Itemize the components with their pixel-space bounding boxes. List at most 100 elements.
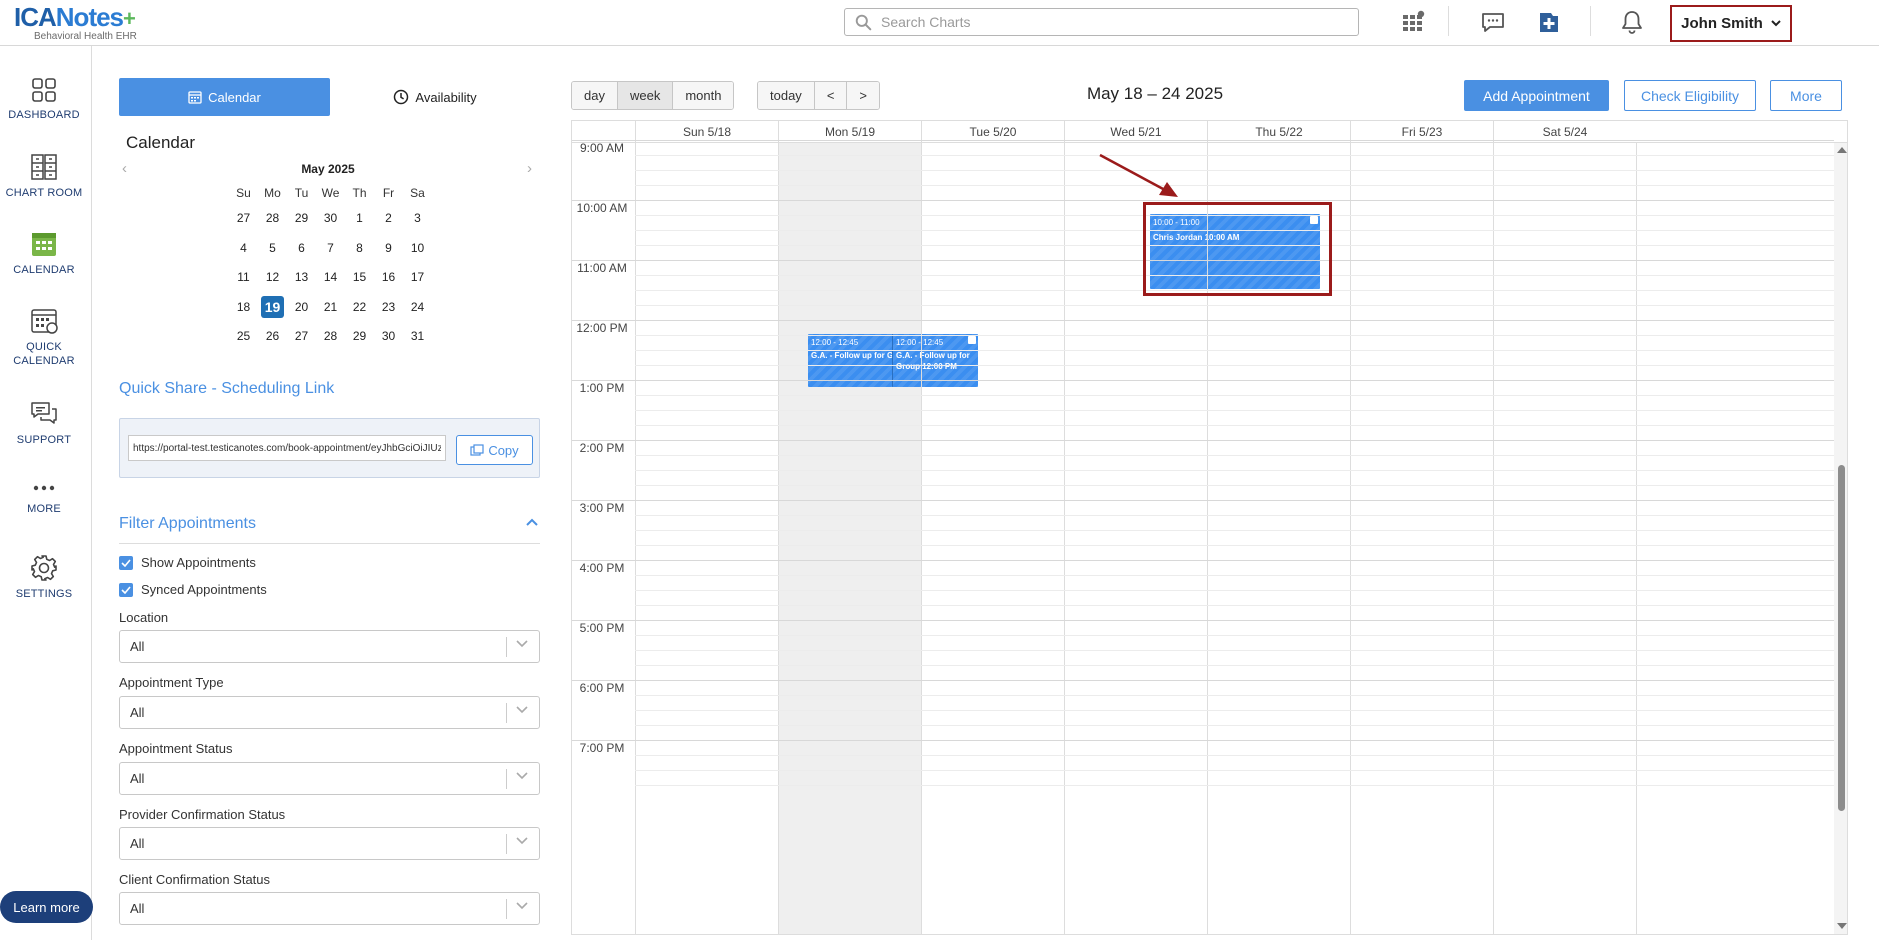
mini-calendar-day[interactable]: 13 — [287, 263, 316, 293]
mini-calendar-day[interactable]: 31 — [403, 322, 432, 352]
calendar-scrollbar[interactable] — [1834, 143, 1847, 934]
hour-line — [572, 440, 1834, 441]
mini-calendar-day[interactable]: 18 — [229, 293, 258, 323]
mini-calendar-day[interactable]: 28 — [258, 204, 287, 234]
chat-bubble-icon[interactable] — [1478, 7, 1508, 37]
search-input[interactable] — [881, 9, 1341, 35]
nav-label-calendar: CALENDAR — [13, 264, 75, 276]
mini-calendar-day[interactable]: 15 — [345, 263, 374, 293]
mini-calendar-day[interactable]: 2 — [374, 204, 403, 234]
mini-calendar-day[interactable]: 30 — [374, 322, 403, 352]
mini-calendar-day[interactable]: 9 — [374, 234, 403, 264]
mini-calendar-day[interactable]: 21 — [316, 293, 345, 323]
nav-calendar[interactable]: CALENDAR — [0, 229, 88, 277]
today-button[interactable]: today — [758, 82, 815, 109]
mini-calendar-next-button[interactable]: › — [527, 160, 532, 177]
mini-calendar-day[interactable]: 16 — [374, 263, 403, 293]
mini-calendar-day[interactable]: 11 — [229, 263, 258, 293]
search-charts-box[interactable] — [844, 8, 1359, 36]
copy-link-button[interactable]: Copy — [456, 435, 533, 465]
nav-support[interactable]: SUPPORT — [0, 399, 88, 447]
scroll-up-arrow[interactable] — [1837, 147, 1847, 153]
mini-calendar-day[interactable]: 3 — [403, 204, 432, 234]
calendar-small-icon — [188, 91, 202, 104]
bell-icon[interactable] — [1617, 7, 1647, 37]
mini-calendar-day[interactable]: 8 — [345, 234, 374, 264]
nav-more[interactable]: MORE — [0, 478, 88, 516]
checkbox-checked-icon — [119, 582, 133, 597]
learn-more-button[interactable]: Learn more — [0, 891, 93, 923]
tab-availability[interactable]: Availability — [330, 78, 540, 116]
scroll-thumb[interactable] — [1838, 465, 1845, 811]
nav-quick-calendar[interactable]: QUICK CALENDAR — [0, 306, 88, 368]
time-label: 12:00 PM — [576, 321, 628, 335]
mini-calendar-day[interactable]: 25 — [229, 322, 258, 352]
mini-calendar-day[interactable]: 28 — [316, 322, 345, 352]
mini-calendar-day[interactable]: 12 — [258, 263, 287, 293]
mini-calendar-day[interactable]: 14 — [316, 263, 345, 293]
next-week-button[interactable]: > — [847, 82, 879, 109]
appointment-status-select[interactable]: All — [119, 762, 540, 795]
mini-calendar-day[interactable]: 29 — [287, 204, 316, 234]
icanotes-logo[interactable]: ICANotes+ Behavioral Health EHR — [14, 4, 137, 42]
mini-calendar-day[interactable]: 27 — [287, 322, 316, 352]
mini-calendar-day[interactable]: 6 — [287, 234, 316, 264]
add-chart-icon[interactable] — [1534, 7, 1564, 37]
scroll-down-arrow[interactable] — [1837, 923, 1847, 929]
nav-chart-room[interactable]: CHART ROOM — [0, 152, 88, 200]
tab-calendar[interactable]: Calendar — [119, 78, 330, 116]
mini-calendar-day[interactable]: 27 — [229, 204, 258, 234]
filter-appointments-title: Filter Appointments — [119, 515, 256, 532]
mini-calendar-day[interactable]: 4 — [229, 234, 258, 264]
quick-calendar-icon — [31, 309, 58, 334]
time-label: 10:00 AM — [576, 201, 628, 215]
view-day-button[interactable]: day — [572, 82, 618, 109]
mini-calendar-day[interactable]: 1 — [345, 204, 374, 234]
location-select[interactable]: All — [119, 630, 540, 663]
time-label: 2:00 PM — [579, 441, 625, 455]
mini-calendar-prev-button[interactable]: ‹ — [122, 160, 127, 177]
view-month-button[interactable]: month — [673, 82, 734, 109]
mini-calendar-day[interactable]: 26 — [258, 322, 287, 352]
mini-calendar-day[interactable]: 30 — [316, 204, 345, 234]
support-icon — [31, 402, 57, 424]
chevron-up-icon[interactable] — [526, 518, 538, 526]
show-appointments-checkbox[interactable]: Show Appointments — [119, 555, 256, 570]
add-appointment-button[interactable]: Add Appointment — [1464, 80, 1609, 111]
hour-line — [572, 320, 1834, 321]
synced-appointments-checkbox[interactable]: Synced Appointments — [119, 582, 267, 597]
view-week-button[interactable]: week — [617, 82, 674, 109]
mini-calendar-day[interactable]: 22 — [345, 293, 374, 323]
day-column-line — [635, 143, 636, 934]
mini-calendar-day[interactable]: 24 — [403, 293, 432, 323]
user-menu-button[interactable]: John Smith — [1670, 5, 1792, 42]
nav-settings[interactable]: SETTINGS — [0, 553, 88, 601]
checkbox-checked-icon — [119, 555, 133, 570]
mini-calendar-day[interactable]: 7 — [316, 234, 345, 264]
appointment-type-select[interactable]: All — [119, 696, 540, 729]
client-confirmation-status-select[interactable]: All — [119, 892, 540, 925]
mini-calendar-day[interactable]: 5 — [258, 234, 287, 264]
quarter-hour-line — [635, 470, 1834, 471]
mini-calendar-day[interactable]: 20 — [287, 293, 316, 323]
filter-divider — [119, 543, 540, 544]
quarter-hour-line — [635, 695, 1834, 696]
more-button[interactable]: More — [1770, 80, 1842, 111]
mini-calendar-day[interactable]: 10 — [403, 234, 432, 264]
time-label: 9:00 AM — [579, 141, 625, 155]
provider-confirmation-status-select[interactable]: All — [119, 827, 540, 860]
check-eligibility-button[interactable]: Check Eligibility — [1624, 80, 1756, 111]
quarter-hour-line — [635, 785, 1834, 786]
scheduling-link-field[interactable] — [128, 435, 446, 461]
quarter-hour-line — [635, 170, 1834, 171]
quick-share-box: Copy — [119, 418, 540, 478]
quarter-hour-line — [635, 725, 1834, 726]
nav-dashboard[interactable]: DASHBOARD — [0, 76, 88, 122]
prev-week-button[interactable]: < — [814, 82, 848, 109]
mini-calendar-day[interactable]: 23 — [374, 293, 403, 323]
mini-calendar-day[interactable]: 29 — [345, 322, 374, 352]
mini-calendar-day-today[interactable]: 19 — [261, 296, 284, 318]
mini-calendar-day[interactable]: 17 — [403, 263, 432, 293]
quarter-hour-line — [635, 365, 1834, 366]
grid-apps-icon[interactable] — [1398, 7, 1428, 37]
